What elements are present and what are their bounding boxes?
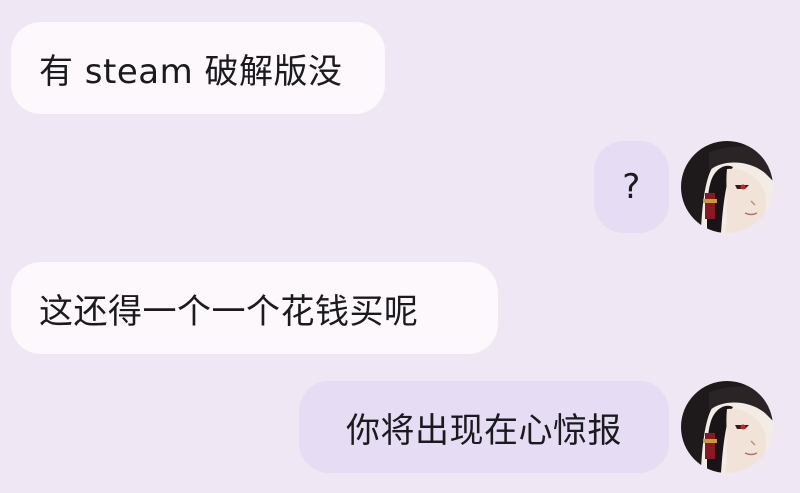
- anime-character-avatar-icon[interactable]: [681, 141, 773, 233]
- message-text: 这还得一个一个花钱买呢: [39, 291, 419, 332]
- message-text: ?: [622, 167, 641, 207]
- message-bubble-incoming[interactable]: 有 steam 破解版没: [11, 22, 385, 114]
- message-bubble-outgoing[interactable]: 你将出现在心惊报: [299, 381, 669, 473]
- message-bubble-outgoing[interactable]: ?: [594, 141, 669, 233]
- anime-character-avatar-icon[interactable]: [681, 381, 773, 473]
- message-text: 你将出现在心惊报: [346, 410, 622, 451]
- message-bubble-incoming[interactable]: 这还得一个一个花钱买呢: [11, 262, 498, 354]
- message-text: 有 steam 破解版没: [39, 51, 343, 92]
